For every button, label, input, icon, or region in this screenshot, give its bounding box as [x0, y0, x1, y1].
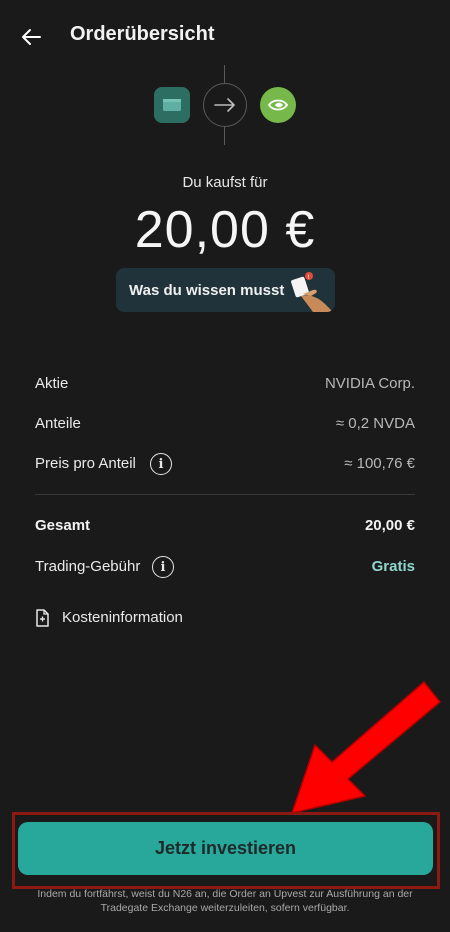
cash-icon	[154, 87, 190, 123]
fee-row: Trading-Gebühr i Gratis	[35, 553, 415, 581]
detail-row-price: Preis pro Anteil i ≈ 100,76 €	[35, 450, 415, 478]
purchase-label: Du kaufst für	[182, 174, 268, 191]
purchase-amount: 20,00 €	[134, 201, 316, 259]
flow-line-bottom	[224, 127, 225, 145]
header: Orderübersicht	[0, 18, 450, 54]
invest-now-label: Jetzt investieren	[154, 838, 297, 858]
document-icon	[36, 609, 49, 627]
divider	[35, 494, 415, 495]
detail-row-shares: Anteile ≈ 0,2 NVDA	[35, 410, 415, 438]
what-you-should-know-button[interactable]: Was du wissen musst !	[116, 268, 335, 312]
nvidia-logo	[260, 87, 296, 123]
info-button-label: Was du wissen musst	[129, 282, 285, 299]
shares-value: ≈ 0,2 NVDA	[335, 415, 415, 432]
svg-text:!: !	[308, 274, 310, 281]
detail-row-stock: Aktie NVIDIA Corp.	[35, 370, 415, 398]
hand-cards-icon: !	[291, 272, 331, 312]
arrow-left-icon	[22, 29, 41, 45]
total-row: Gesamt 20,00 €	[35, 512, 415, 540]
price-value: ≈ 100,76 €	[344, 455, 415, 472]
disclaimer-text: Indem du fortfährst, weist du N26 an, di…	[37, 888, 413, 914]
price-label: Preis pro Anteil	[35, 455, 136, 472]
fee-info-icon[interactable]: i	[152, 556, 174, 578]
invest-now-button[interactable]: Jetzt investieren	[18, 822, 433, 875]
stock-label: Aktie	[35, 375, 69, 392]
price-info-icon[interactable]: i	[150, 453, 172, 475]
back-button[interactable]	[16, 22, 46, 52]
total-value: 20,00 €	[364, 517, 415, 534]
arrow-right-icon	[203, 83, 247, 127]
fee-label: Trading-Gebühr	[35, 558, 141, 575]
cost-information-label: Kosteninformation	[62, 609, 183, 626]
annotation-arrow-icon	[291, 681, 441, 814]
total-label: Gesamt	[35, 517, 91, 534]
page-title: Orderübersicht	[70, 23, 215, 45]
fee-value: Gratis	[371, 558, 415, 575]
flow-line-top	[224, 65, 225, 83]
shares-label: Anteile	[35, 415, 81, 432]
stock-value: NVIDIA Corp.	[324, 375, 415, 392]
transfer-flow	[0, 65, 450, 145]
